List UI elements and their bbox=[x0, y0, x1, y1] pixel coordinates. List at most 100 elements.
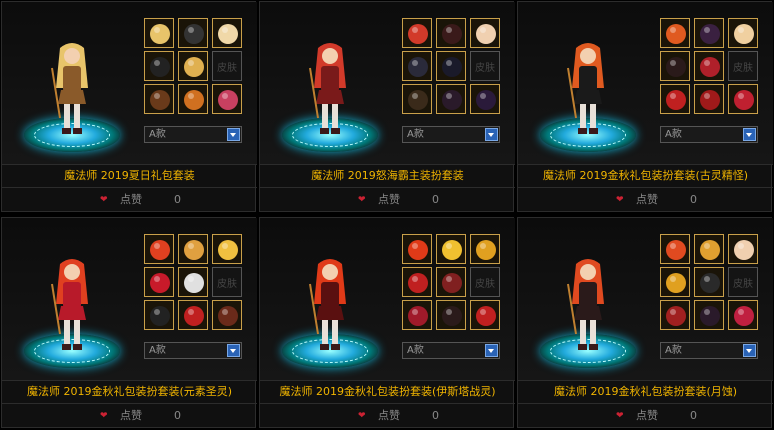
neck-item-icon[interactable] bbox=[660, 267, 690, 297]
shoes-item-icon[interactable] bbox=[728, 84, 758, 114]
face-item-icon[interactable] bbox=[728, 234, 758, 264]
hair-item-icon[interactable] bbox=[144, 18, 174, 48]
chevron-down-icon[interactable] bbox=[227, 344, 240, 357]
cap-item-icon[interactable] bbox=[694, 18, 724, 48]
top-item-icon[interactable] bbox=[436, 51, 466, 81]
costume-card[interactable]: 皮肤 A款 魔法师 2019金秋礼包装扮套装(月蚀) ❤ 点赞 0 bbox=[517, 217, 773, 428]
neck-item-icon[interactable] bbox=[402, 51, 432, 81]
pants-item-icon[interactable] bbox=[178, 84, 208, 114]
cap-item-icon[interactable] bbox=[436, 234, 466, 264]
belt-item-icon[interactable] bbox=[144, 84, 174, 114]
top-item-icon[interactable] bbox=[694, 267, 724, 297]
shoes-item-icon[interactable] bbox=[212, 84, 242, 114]
costume-card[interactable]: 皮肤 A款 魔法师 2019金秋礼包装扮套装(元素圣灵) ❤ 点赞 0 bbox=[1, 217, 257, 428]
equipment-slots: 皮肤 bbox=[402, 18, 500, 114]
like-bar: ❤ 点赞 0 bbox=[260, 404, 515, 428]
heart-icon[interactable]: ❤ bbox=[616, 188, 624, 212]
pants-item-icon[interactable] bbox=[436, 300, 466, 330]
face-item-icon[interactable] bbox=[470, 18, 500, 48]
shoes-item-icon[interactable] bbox=[212, 300, 242, 330]
cap-item-icon[interactable] bbox=[436, 18, 466, 48]
variant-select[interactable]: A款 bbox=[402, 342, 500, 359]
pants-item-icon[interactable] bbox=[694, 300, 724, 330]
neck-item-icon[interactable] bbox=[402, 267, 432, 297]
costume-card[interactable]: 皮肤 A款 魔法师 2019怒海霸主装扮套装 ❤ 点赞 0 bbox=[259, 1, 515, 212]
variant-select[interactable]: A款 bbox=[660, 126, 758, 143]
like-button[interactable]: 点赞 bbox=[378, 404, 400, 428]
cap-item-icon[interactable] bbox=[694, 234, 724, 264]
shoes-item-icon[interactable] bbox=[470, 300, 500, 330]
costume-card[interactable]: 皮肤 A款 魔法师 2019金秋礼包装扮套装(古灵精怪) ❤ 点赞 0 bbox=[517, 1, 773, 212]
face-item-icon[interactable] bbox=[212, 234, 242, 264]
pants-item-icon[interactable] bbox=[178, 300, 208, 330]
character-preview: 皮肤 A款 bbox=[260, 2, 515, 164]
face-item-icon[interactable] bbox=[212, 18, 242, 48]
chevron-down-icon[interactable] bbox=[743, 344, 756, 357]
like-bar: ❤ 点赞 0 bbox=[260, 188, 515, 212]
belt-item-icon[interactable] bbox=[402, 300, 432, 330]
top-item-icon[interactable] bbox=[178, 51, 208, 81]
character-preview: 皮肤 A款 bbox=[518, 2, 773, 164]
face-item-icon[interactable] bbox=[470, 234, 500, 264]
cap-item-icon[interactable] bbox=[178, 18, 208, 48]
costume-card[interactable]: 皮肤 A款 魔法师 2019金秋礼包装扮套装(伊斯塔战灵) ❤ 点赞 0 bbox=[259, 217, 515, 428]
belt-item-icon[interactable] bbox=[660, 84, 690, 114]
costume-title[interactable]: 魔法师 2019金秋礼包装扮套装(伊斯塔战灵) bbox=[260, 380, 515, 404]
chevron-down-icon[interactable] bbox=[485, 344, 498, 357]
equipment-slots: 皮肤 bbox=[660, 234, 758, 330]
variant-select[interactable]: A款 bbox=[144, 342, 242, 359]
top-item-icon[interactable] bbox=[178, 267, 208, 297]
heart-icon[interactable]: ❤ bbox=[616, 404, 624, 428]
like-button[interactable]: 点赞 bbox=[636, 188, 658, 212]
heart-icon[interactable]: ❤ bbox=[100, 188, 108, 212]
hair-item-icon[interactable] bbox=[402, 234, 432, 264]
belt-item-icon[interactable] bbox=[144, 300, 174, 330]
top-item-icon[interactable] bbox=[694, 51, 724, 81]
hair-item-icon[interactable] bbox=[144, 234, 174, 264]
skin-slot: 皮肤 bbox=[212, 51, 242, 81]
like-button[interactable]: 点赞 bbox=[378, 188, 400, 212]
character-sprite bbox=[567, 43, 604, 134]
like-count: 0 bbox=[690, 409, 697, 422]
costume-title[interactable]: 魔法师 2019夏日礼包套装 bbox=[2, 164, 257, 188]
cap-item-icon[interactable] bbox=[178, 234, 208, 264]
hair-item-icon[interactable] bbox=[660, 234, 690, 264]
belt-item-icon[interactable] bbox=[402, 84, 432, 114]
face-item-icon[interactable] bbox=[728, 18, 758, 48]
skin-slot: 皮肤 bbox=[470, 267, 500, 297]
belt-item-icon[interactable] bbox=[660, 300, 690, 330]
equipment-slots: 皮肤 bbox=[660, 18, 758, 114]
costume-title[interactable]: 魔法师 2019金秋礼包装扮套装(月蚀) bbox=[518, 380, 773, 404]
like-bar: ❤ 点赞 0 bbox=[2, 188, 257, 212]
pants-item-icon[interactable] bbox=[436, 84, 466, 114]
top-item-icon[interactable] bbox=[436, 267, 466, 297]
skin-slot: 皮肤 bbox=[728, 51, 758, 81]
character-preview: 皮肤 A款 bbox=[2, 2, 257, 164]
hair-item-icon[interactable] bbox=[660, 18, 690, 48]
like-button[interactable]: 点赞 bbox=[120, 188, 142, 212]
pants-item-icon[interactable] bbox=[694, 84, 724, 114]
hair-item-icon[interactable] bbox=[402, 18, 432, 48]
costume-title[interactable]: 魔法师 2019金秋礼包装扮套装(元素圣灵) bbox=[2, 380, 257, 404]
neck-item-icon[interactable] bbox=[144, 267, 174, 297]
heart-icon[interactable]: ❤ bbox=[358, 404, 366, 428]
costume-title[interactable]: 魔法师 2019金秋礼包装扮套装(古灵精怪) bbox=[518, 164, 773, 188]
chevron-down-icon[interactable] bbox=[743, 128, 756, 141]
neck-item-icon[interactable] bbox=[660, 51, 690, 81]
heart-icon[interactable]: ❤ bbox=[100, 404, 108, 428]
like-button[interactable]: 点赞 bbox=[636, 404, 658, 428]
costume-title[interactable]: 魔法师 2019怒海霸主装扮套装 bbox=[260, 164, 515, 188]
heart-icon[interactable]: ❤ bbox=[358, 188, 366, 212]
shoes-item-icon[interactable] bbox=[728, 300, 758, 330]
chevron-down-icon[interactable] bbox=[227, 128, 240, 141]
shoes-item-icon[interactable] bbox=[470, 84, 500, 114]
variant-select[interactable]: A款 bbox=[144, 126, 242, 143]
chevron-down-icon[interactable] bbox=[485, 128, 498, 141]
like-button[interactable]: 点赞 bbox=[120, 404, 142, 428]
variant-select[interactable]: A款 bbox=[402, 126, 500, 143]
variant-select[interactable]: A款 bbox=[660, 342, 758, 359]
like-count: 0 bbox=[174, 193, 181, 206]
costume-card[interactable]: 皮肤 A款 魔法师 2019夏日礼包套装 ❤ 点赞 0 bbox=[1, 1, 257, 212]
neck-item-icon[interactable] bbox=[144, 51, 174, 81]
equipment-slots: 皮肤 bbox=[144, 234, 242, 330]
